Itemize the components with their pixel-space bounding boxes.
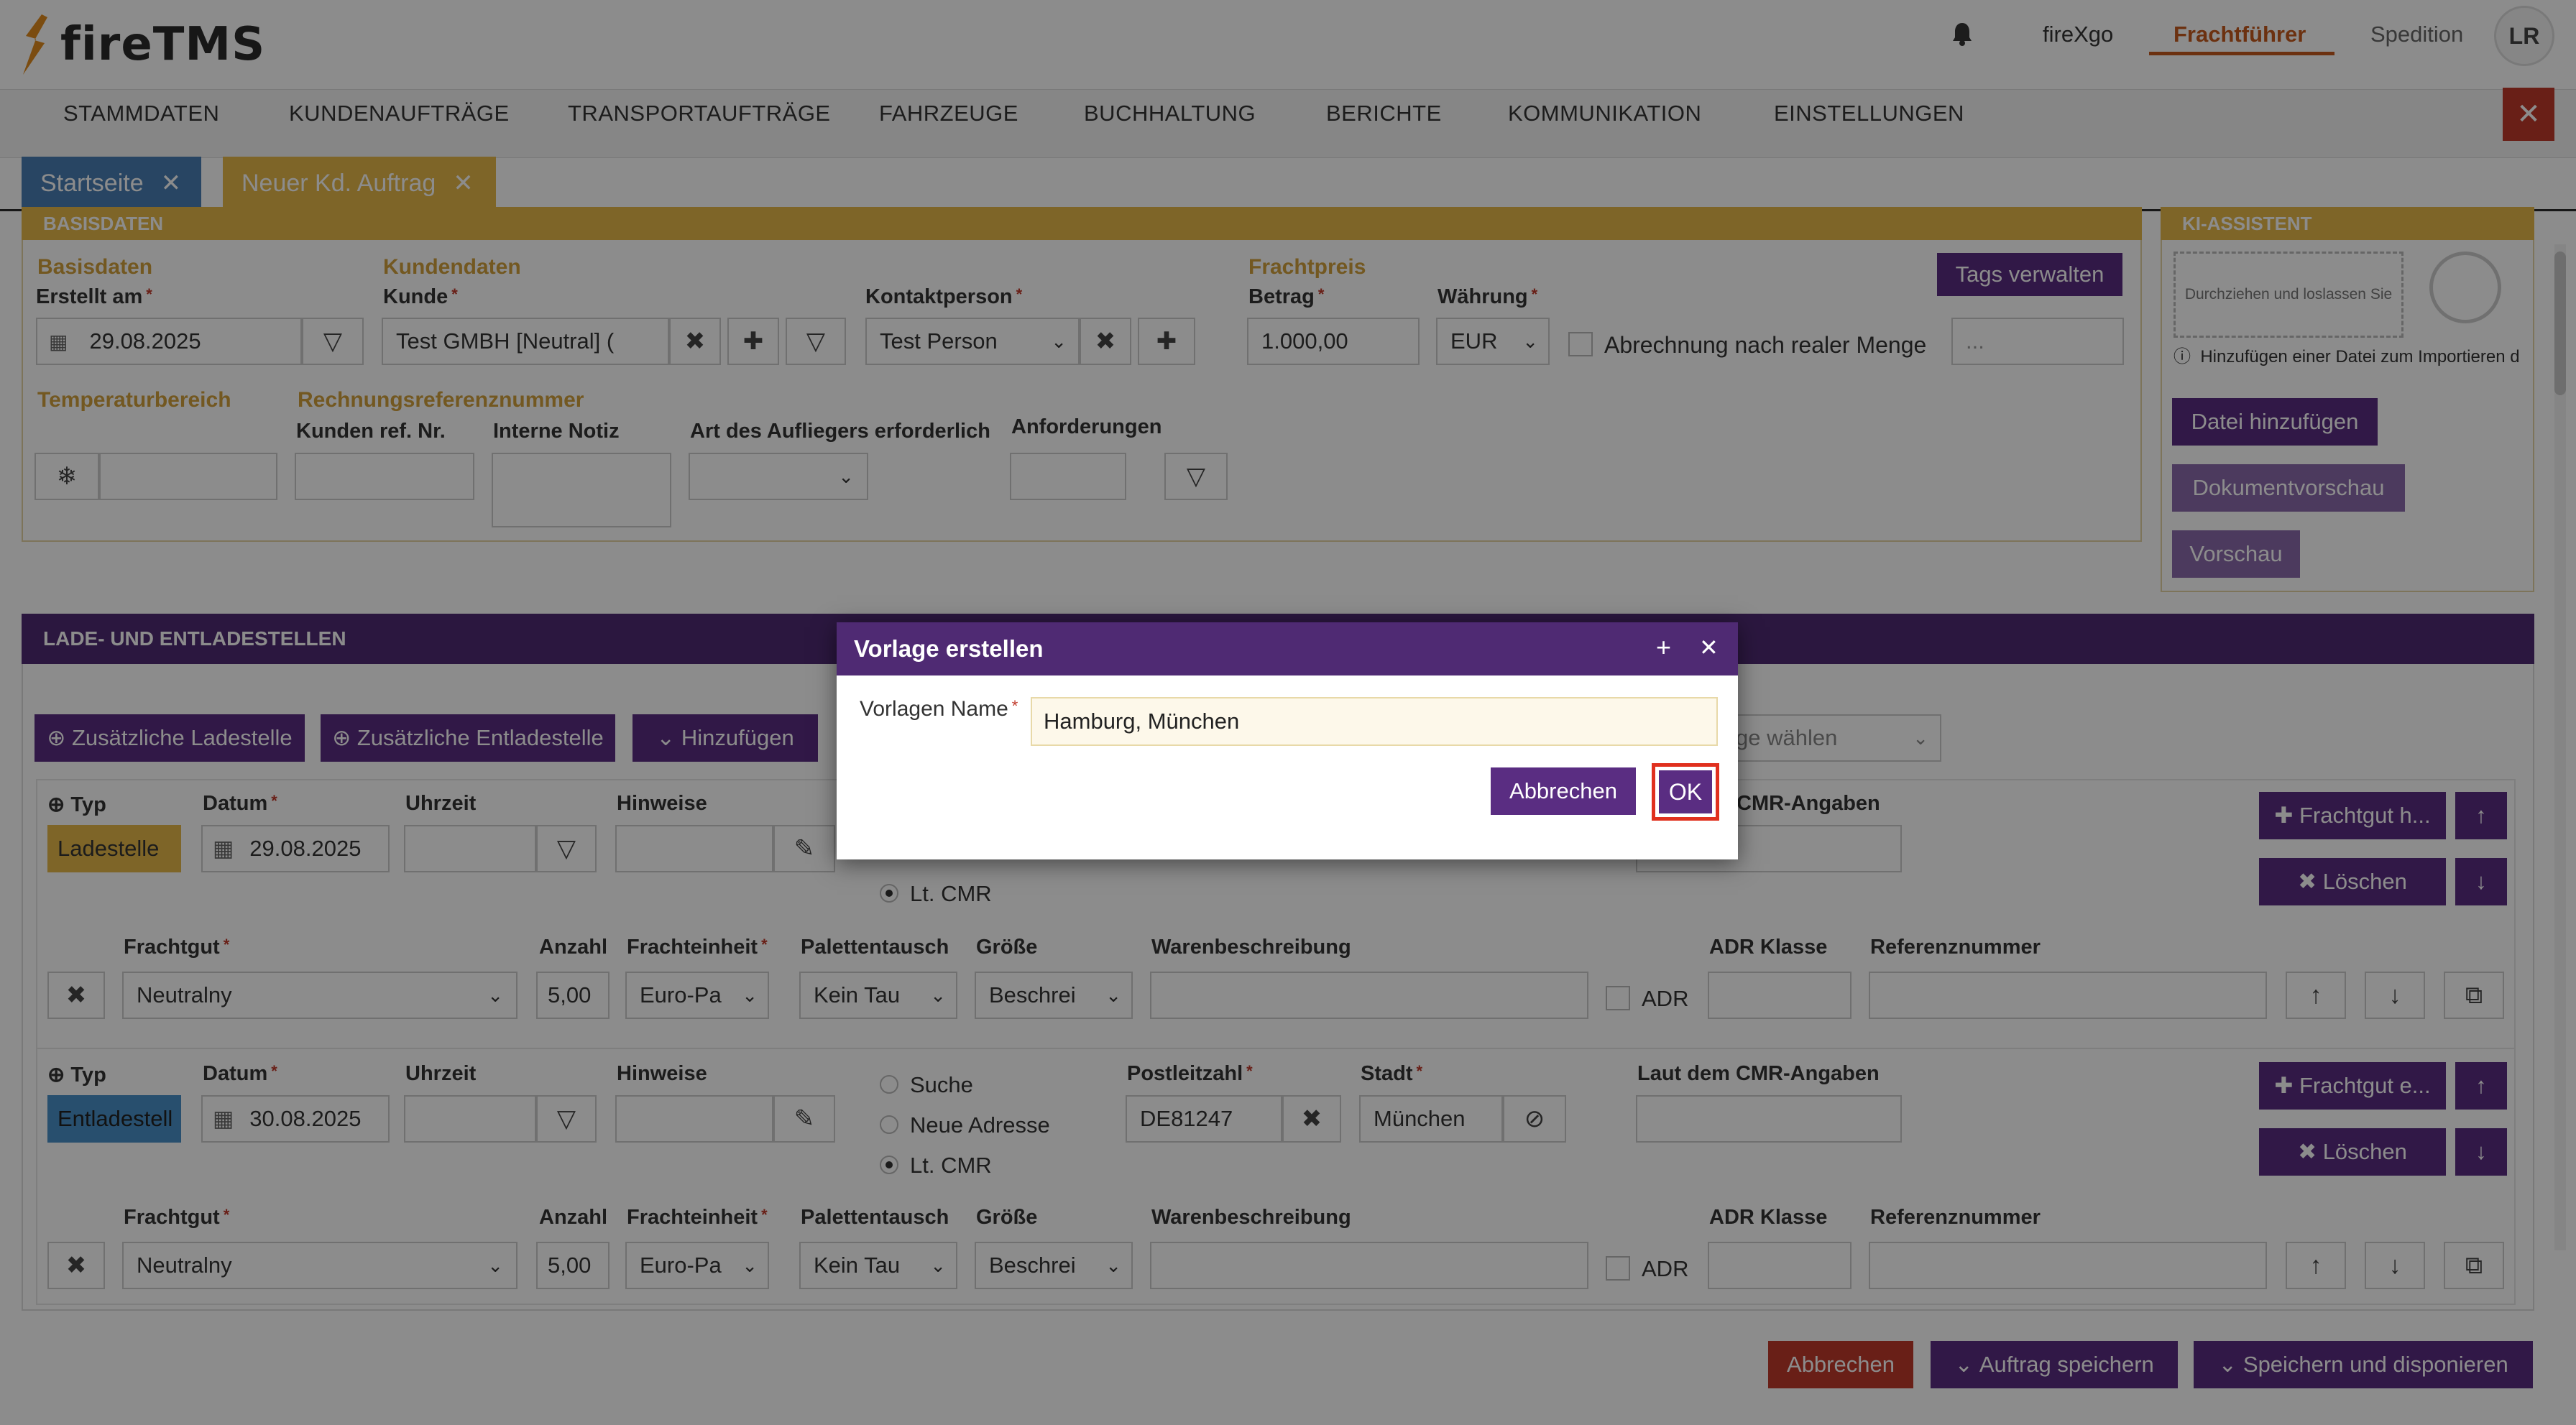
dialog-abbrechen-button[interactable]: Abbrechen (1491, 767, 1636, 815)
dialog-header: Vorlage erstellen (837, 622, 1738, 675)
vorlage-erstellen-dialog: Vorlage erstellen + ✕ Vorlagen Name * Ham… (837, 622, 1738, 859)
vorlagen-name-input[interactable]: Hamburg, München (1031, 697, 1718, 746)
dialog-ok-button[interactable]: OK (1659, 770, 1712, 813)
close-icon[interactable]: ✕ (1699, 634, 1719, 661)
maximize-icon[interactable]: + (1656, 632, 1671, 663)
dialog-title: Vorlage erstellen (854, 635, 1044, 662)
ok-button-highlight: OK (1652, 763, 1719, 821)
vorlagen-name-label: Vorlagen Name * (860, 697, 1018, 721)
